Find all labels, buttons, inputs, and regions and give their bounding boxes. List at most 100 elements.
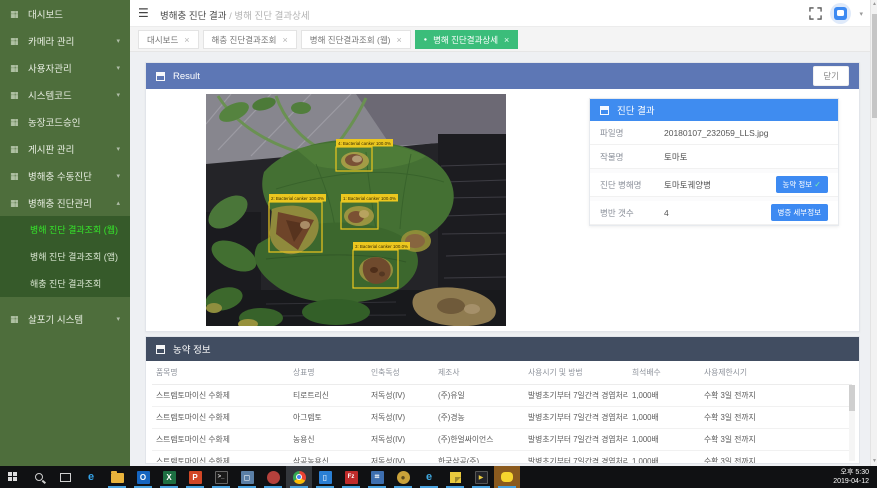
table-row[interactable]: 스트렙토마이신 수화제 아그렙토 저독성(IV) (주)경농 발병초기부터 7일… xyxy=(152,407,852,429)
kakaotalk-icon xyxy=(501,472,513,482)
sidebar-item-users[interactable]: 사용자관리 ▾ xyxy=(0,54,130,81)
tab-dashboard[interactable]: 대시보드 × xyxy=(138,30,199,49)
pesticide-info-button-label: 농약 정보 xyxy=(783,180,813,189)
taskbar-icon-remote-desktop[interactable]: ⌗ xyxy=(364,466,390,488)
taskbar-icon-video-player[interactable]: ▶ xyxy=(468,466,494,488)
task-view-button[interactable] xyxy=(52,466,78,488)
start-button[interactable] xyxy=(0,466,26,488)
diagnosis-row-disease: 진단 병해명 토마토궤양병 농약 정보 ✓ xyxy=(590,169,838,197)
tab-bar: 대시보드 × 해충 진단결과조회 × 병해 진단결과조회 (웹) × ● 병해 … xyxy=(130,27,877,52)
cell: 저독성(IV) xyxy=(367,385,434,407)
sidebar-item-diagnosis-manage[interactable]: 병해충 진단관리 ▴ xyxy=(0,189,130,216)
pesticide-info-button[interactable]: 농약 정보 ✓ xyxy=(776,176,828,193)
taskbar-icon-chrome[interactable] xyxy=(286,466,312,488)
table-row[interactable]: 스트렙토마이신 수화제 농용신 저독성(IV) (주)한얼싸이언스 발병초기부터… xyxy=(152,429,852,451)
lesion-count-label: 병반 갯수 xyxy=(600,207,664,219)
table-scrollbar[interactable] xyxy=(849,385,855,461)
sidebar-item-system-code[interactable]: 시스템코드 ▾ xyxy=(0,81,130,108)
sidebar-item-board[interactable]: 게시판 관리 ▾ xyxy=(0,135,130,162)
chevron-down-icon: ▾ xyxy=(116,172,120,180)
sidebar-item-label: 시스템코드 xyxy=(28,88,72,102)
user-avatar[interactable] xyxy=(830,3,851,24)
taskbar-icon-system-tool[interactable]: ◻ xyxy=(234,466,260,488)
taskbar-icon-file-explorer[interactable] xyxy=(104,466,130,488)
table-scrollbar-thumb[interactable] xyxy=(849,385,855,411)
diagnosis-card: 진단 결과 파일명 20180107_232059_LLS.jpg 작물명 토마… xyxy=(589,98,839,226)
diagnosis-manage-icon xyxy=(10,198,20,208)
sidebar-item-label: 대시보드 xyxy=(28,7,63,21)
col-manufacturer: 제조사 xyxy=(434,361,524,385)
taskbar-icon-outlook[interactable]: O xyxy=(130,466,156,488)
dashboard-icon xyxy=(10,9,20,19)
taskbar-icon-document-app[interactable]: ▯ xyxy=(312,466,338,488)
pesticide-table-body: 품목명 상표명 인축독성 제조사 사용시기 및 방법 희석배수 사용제한시기 스… xyxy=(146,361,859,463)
tab-disease-result-detail[interactable]: ● 병해 진단결과상세 × xyxy=(415,30,519,49)
leaf-photo-canvas: 4: Bacterial canker 100.0% 2: Bacterial … xyxy=(206,94,506,326)
close-icon[interactable]: × xyxy=(184,35,189,45)
user-menu-caret-icon[interactable]: ▾ xyxy=(859,10,863,18)
taskbar-icon-filezilla[interactable]: Fz xyxy=(338,466,364,488)
panel-icon xyxy=(156,345,165,354)
table-row[interactable]: 스트렙토마이신 수화제 삼공농용신 저독성(IV) 한국삼공(주) 발병초기부터… xyxy=(152,451,852,464)
breadcrumb-section: 병해충 진단 결과 xyxy=(160,11,226,22)
taskbar-icon-excel[interactable]: X xyxy=(156,466,182,488)
scroll-down-arrow-icon[interactable]: ▼ xyxy=(871,457,877,466)
sidebar-item-dashboard[interactable]: 대시보드 xyxy=(0,0,130,27)
sidebar-item-label: 게시판 관리 xyxy=(28,142,74,156)
taskbar-icon-internet-explorer[interactable]: e xyxy=(416,466,442,488)
tab-disease-result-web[interactable]: 병해 진단결과조회 (웹) × xyxy=(301,30,411,49)
sidebar-item-manual-diagnosis[interactable]: 병해충 수동진단 ▾ xyxy=(0,162,130,189)
chevron-down-icon: ▾ xyxy=(116,315,120,323)
page-scrollbar-thumb[interactable] xyxy=(872,14,877,118)
taskbar-icon-security-agent[interactable]: ● xyxy=(390,466,416,488)
symptom-detail-button[interactable]: 병증 세부정보 xyxy=(771,204,828,221)
taskbar-search-button[interactable] xyxy=(26,466,52,488)
cell: 수확 3일 전까지 xyxy=(700,451,852,464)
cell: 발병초기부터 7일간격 경엽처리 xyxy=(524,385,628,407)
active-tab-dot-icon: ● xyxy=(424,37,427,43)
taskbar-icon-edge[interactable]: e xyxy=(78,466,104,488)
table-row[interactable]: 스트렙토마이신 수화제 티로트리신 저독성(IV) (주)유일 발병초기부터 7… xyxy=(152,385,852,407)
sidebar-item-camera[interactable]: 카메라 관리 ▾ xyxy=(0,27,130,54)
sidebar-item-label: 농장코드승인 xyxy=(28,115,80,129)
panel-icon xyxy=(600,106,609,115)
close-icon[interactable]: × xyxy=(282,35,287,45)
taskbar-icon-kakaotalk[interactable] xyxy=(494,466,520,488)
check-icon: ✓ xyxy=(814,180,821,189)
page-scrollbar[interactable]: ▲ ▼ xyxy=(870,0,877,466)
sidebar-item-sprayer-system[interactable]: 살포기 시스템 ▾ xyxy=(0,305,130,332)
cell: 수확 3일 전까지 xyxy=(700,407,852,429)
diagnosis-card-header: 진단 결과 xyxy=(590,99,838,121)
sidebar-subitem-pest-result[interactable]: 해충 진단 결과조회 xyxy=(0,270,130,297)
diagnosis-row-lesions: 병반 갯수 4 병증 세부정보 xyxy=(590,197,838,225)
pesticide-panel: 농약 정보 품목명 상표명 인축독성 제조사 사용시기 및 방법 희석배수 사용… xyxy=(145,336,860,464)
taskbar-icon-powerpoint[interactable]: P xyxy=(182,466,208,488)
filezilla-icon: Fz xyxy=(345,471,358,484)
result-close-button[interactable]: 닫기 xyxy=(813,66,849,86)
taskbar-icon-media-app[interactable] xyxy=(260,466,286,488)
fullscreen-icon[interactable] xyxy=(809,7,822,20)
clock-time: 오후 5:30 xyxy=(833,468,869,477)
sidebar-item-farm-code[interactable]: 농장코드승인 xyxy=(0,108,130,135)
taskbar-icon-terminal[interactable]: >_ xyxy=(208,466,234,488)
result-panel: Result 닫기 xyxy=(145,62,860,332)
cell: 저독성(IV) xyxy=(367,429,434,451)
close-icon[interactable]: × xyxy=(504,35,509,45)
sidebar-subitem-label: 병해 진단 결과조회 (앱) xyxy=(30,250,118,263)
col-brand-name: 상표명 xyxy=(289,361,367,385)
sidebar-subitem-disease-result-web[interactable]: 병해 진단 결과조회 (웹) xyxy=(0,216,130,243)
tab-pest-result[interactable]: 해충 진단결과조회 × xyxy=(203,30,297,49)
scroll-up-arrow-icon[interactable]: ▲ xyxy=(871,0,877,9)
task-view-icon xyxy=(60,473,71,482)
sidebar-subitem-disease-result-app[interactable]: 병해 진단 결과조회 (앱) xyxy=(0,243,130,270)
taskbar-clock[interactable]: 오후 5:30 2019-04-12 xyxy=(833,468,869,486)
col-dilution: 희석배수 xyxy=(628,361,700,385)
taskbar-icon-sticky-notes[interactable] xyxy=(442,466,468,488)
hamburger-menu-icon[interactable]: ☰ xyxy=(138,6,149,20)
system-code-icon xyxy=(10,90,20,100)
diagnosis-row-filename: 파일명 20180107_232059_LLS.jpg xyxy=(590,121,838,145)
cell: 저독성(IV) xyxy=(367,407,434,429)
close-icon[interactable]: × xyxy=(397,35,402,45)
pesticide-table: 품목명 상표명 인축독성 제조사 사용시기 및 방법 희석배수 사용제한시기 스… xyxy=(152,361,852,463)
topbar: ☰ 병해충 진단 결과 / 병해 진단 결과상세 ▾ xyxy=(130,0,877,27)
